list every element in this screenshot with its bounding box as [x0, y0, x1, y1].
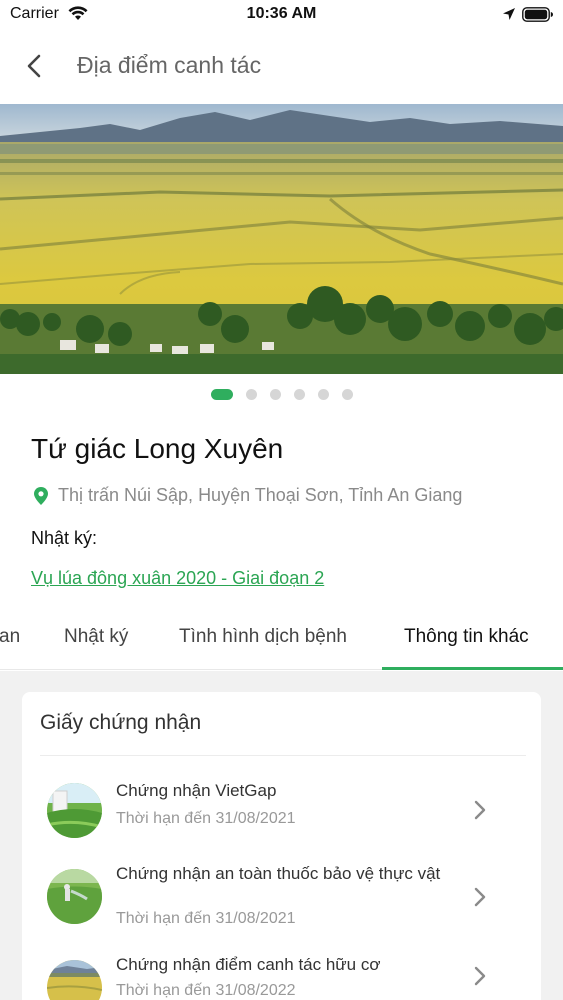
certificate-name: Chứng nhận an toàn thuốc bảo vệ thực vật — [116, 864, 441, 883]
location-arrow-icon — [503, 8, 515, 20]
certificate-expiry: Thời hạn đến 31/08/2022 — [116, 982, 296, 999]
certificate-item[interactable]: Chứng nhận điểm canh tác hữu cơ Thời hạn… — [22, 955, 541, 1000]
divider — [40, 755, 526, 756]
tab-diary[interactable]: Nhật ký — [64, 626, 128, 648]
back-button[interactable] — [18, 50, 50, 82]
carousel-pagination — [0, 389, 563, 400]
active-tab-indicator — [382, 667, 563, 670]
certificate-item[interactable]: Chứng nhận an toàn thuốc bảo vệ thực vật… — [22, 864, 541, 935]
place-name: Tứ giác Long Xuyên — [31, 433, 284, 464]
certificate-name: Chứng nhận VietGap — [116, 781, 277, 800]
chevron-right-icon — [474, 966, 486, 986]
page-title: Địa điểm canh tác — [77, 52, 262, 78]
farm-photo-carousel[interactable] — [0, 104, 563, 374]
certificate-item[interactable]: Chứng nhận VietGap Thời hạn đến 31/08/20… — [22, 780, 541, 846]
status-time: 10:36 AM — [246, 5, 317, 22]
tab-partial[interactable]: an — [0, 626, 20, 648]
chevron-right-icon — [474, 887, 486, 907]
pagination-dot[interactable] — [317, 389, 329, 400]
pagination-dot-active[interactable] — [210, 389, 233, 400]
pagination-dot[interactable] — [245, 389, 257, 400]
chevron-left-icon — [27, 54, 41, 78]
certificate-expiry: Thời hạn đến 31/08/2021 — [116, 810, 296, 827]
diary-label: Nhật ký: — [31, 528, 98, 548]
address-text: Thị trấn Núi Sập, Huyện Thoại Sơn, Tỉnh … — [58, 485, 463, 505]
pagination-dot[interactable] — [293, 389, 305, 400]
certificates-card: Giấy chứng nhận Chứng nhận VietGap Thời … — [22, 692, 541, 1000]
certificate-thumbnail — [47, 960, 102, 1000]
certificate-thumbnail — [47, 869, 102, 924]
diary-link[interactable]: Vụ lúa đông xuân 2020 - Giai đoạn 2 — [31, 568, 324, 589]
chevron-right-icon — [474, 800, 486, 820]
rice-field-photo — [0, 104, 563, 374]
certificate-name: Chứng nhận điểm canh tác hữu cơ — [116, 955, 381, 974]
tab-bar: an Nhật ký Tình hình dịch bệnh Thông tin… — [0, 612, 563, 670]
navigation-bar: Địa điểm canh tác — [0, 36, 563, 96]
certificate-thumbnail — [47, 783, 102, 838]
pagination-dot[interactable] — [341, 389, 353, 400]
certificates-title: Giấy chứng nhận — [40, 711, 202, 734]
pagination-dot[interactable] — [269, 389, 281, 400]
certificate-expiry: Thời hạn đến 31/08/2021 — [116, 910, 296, 927]
map-pin-icon — [34, 486, 48, 505]
tab-other-info[interactable]: Thông tin khác — [404, 626, 529, 648]
place-address: Thị trấn Núi Sập, Huyện Thoại Sơn, Tỉnh … — [34, 485, 462, 506]
status-bar: Carrier 10:36 AM — [0, 0, 563, 30]
battery-icon — [522, 7, 553, 22]
tab-disease-status[interactable]: Tình hình dịch bệnh — [179, 626, 347, 648]
tab-content: Giấy chứng nhận Chứng nhận VietGap Thời … — [0, 671, 563, 1000]
